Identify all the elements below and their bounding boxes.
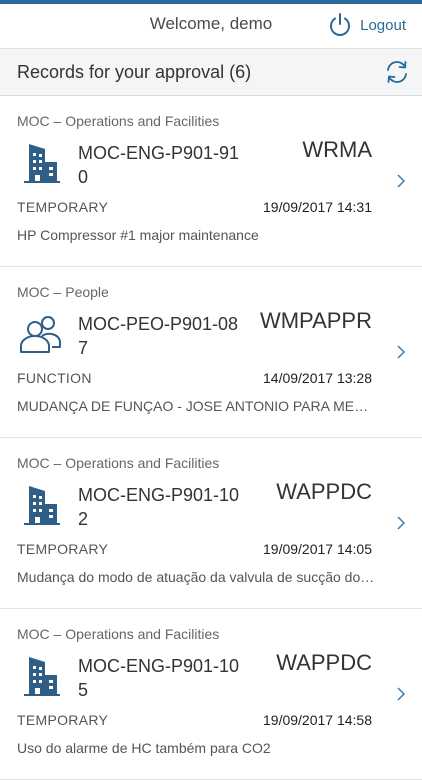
app-header: Welcome, demo Logout bbox=[0, 4, 422, 48]
record-card-1[interactable]: MOC – Operations and Facilities MOC-ENG-… bbox=[0, 96, 422, 267]
record-status: WAPPDC bbox=[276, 479, 372, 504]
record-date: 19/09/2017 14:05 bbox=[263, 541, 372, 557]
record-date: 19/09/2017 14:31 bbox=[263, 199, 372, 215]
record-date: 14/09/2017 13:28 bbox=[263, 370, 372, 386]
record-code: MOC-ENG-P901-910 bbox=[78, 143, 240, 187]
record-code: MOC-ENG-P901-105 bbox=[78, 656, 240, 700]
record-code: MOC-PEO-P901-087 bbox=[78, 314, 239, 358]
record-description: HP Compressor #1 major maintenance bbox=[17, 227, 259, 243]
logout-button[interactable]: Logout bbox=[328, 10, 406, 40]
record-category: MOC – People bbox=[17, 284, 109, 300]
people-icon bbox=[18, 311, 64, 357]
record-date: 19/09/2017 14:58 bbox=[263, 712, 372, 728]
record-type: TEMPORARY bbox=[17, 541, 109, 557]
building-icon bbox=[18, 140, 64, 186]
chevron-right-icon bbox=[397, 516, 406, 530]
record-category: MOC – Operations and Facilities bbox=[17, 113, 220, 129]
record-status: WRMA bbox=[302, 137, 372, 162]
record-type: FUNCTION bbox=[17, 370, 92, 386]
refresh-icon[interactable] bbox=[384, 59, 410, 85]
record-status: WAPPDC bbox=[276, 650, 372, 675]
chevron-right-icon bbox=[397, 174, 406, 188]
record-description: MUDANÇA DE FUNÇAO - JOSE ANTONIO PARA ME… bbox=[17, 398, 377, 414]
record-category: MOC – Operations and Facilities bbox=[17, 626, 220, 642]
page-title: Records for your approval (6) bbox=[17, 62, 252, 82]
record-type: TEMPORARY bbox=[17, 199, 109, 215]
chevron-right-icon bbox=[397, 345, 406, 359]
building-icon bbox=[18, 653, 64, 699]
record-description: Mudança do modo de atuação da valvula de… bbox=[17, 569, 377, 585]
record-category: MOC – Operations and Facilities bbox=[17, 455, 220, 471]
record-code: MOC-ENG-P901-102 bbox=[78, 485, 240, 529]
record-type: TEMPORARY bbox=[17, 712, 109, 728]
page-title-bar: Records for your approval (6) bbox=[0, 48, 422, 96]
logout-label: Logout bbox=[360, 16, 406, 34]
record-card-3[interactable]: MOC – Operations and Facilities MOC-ENG-… bbox=[0, 438, 422, 609]
records-list: MOC – Operations and Facilities MOC-ENG-… bbox=[0, 96, 422, 780]
record-card-2[interactable]: MOC – People MOC-PEO-P901-087 WMPAPPR FU… bbox=[0, 267, 422, 438]
record-status: WMPAPPR bbox=[259, 308, 372, 333]
chevron-right-icon bbox=[397, 687, 406, 701]
power-icon bbox=[330, 13, 351, 36]
record-card-4[interactable]: MOC – Operations and Facilities MOC-ENG-… bbox=[0, 609, 422, 780]
building-icon bbox=[18, 482, 64, 528]
record-description: Uso do alarme de HC também para CO2 bbox=[17, 740, 271, 756]
